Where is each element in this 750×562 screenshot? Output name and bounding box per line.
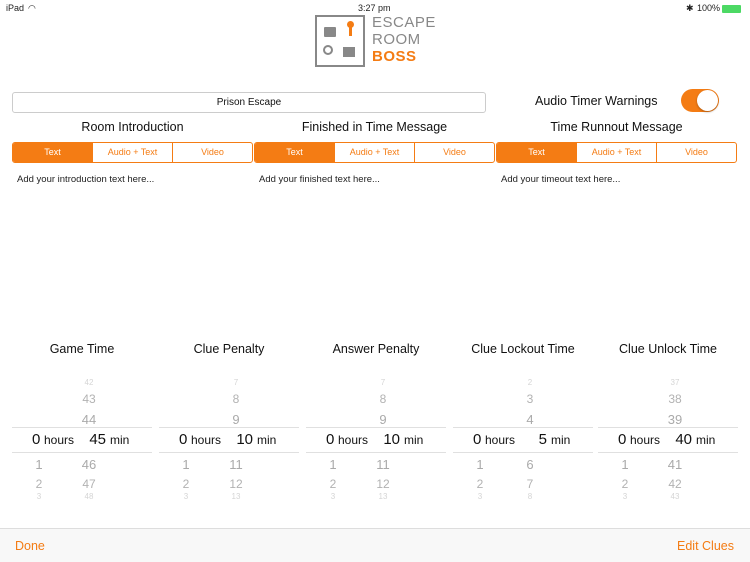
picker-minute-option[interactable]: 3 [515, 392, 545, 406]
picker-hour-option[interactable]: 1 [24, 457, 54, 472]
picker-minute-option[interactable]: 8 [515, 492, 545, 501]
message-textarea[interactable]: Add your finished text here... [259, 174, 489, 185]
segment-video[interactable]: Video [656, 143, 736, 162]
picker-hour-option[interactable]: 1 [171, 457, 201, 472]
picker-title: Clue Penalty [193, 342, 265, 356]
picker-hour-option[interactable]: 3 [610, 492, 640, 501]
picker-minute-option[interactable]: 47 [74, 477, 104, 491]
picker-minute-option[interactable]: 44 [74, 412, 104, 427]
picker-minute-option[interactable]: 9 [221, 412, 251, 427]
picker-hour-option[interactable]: 1 [610, 457, 640, 472]
bottom-toolbar: Done Edit Clues [0, 528, 750, 562]
segment-text[interactable]: Text [497, 143, 576, 162]
picker-minute-option[interactable]: 39 [660, 412, 690, 427]
time-picker[interactable]: 37 38 39 41 42 43 1 2 3 0 hours 40 min [598, 375, 738, 501]
picker-minute-option[interactable]: 13 [368, 492, 398, 501]
picker-minute-option[interactable]: 7 [221, 378, 251, 387]
picker-minute-option[interactable]: 12 [221, 477, 251, 491]
battery-percent: 100% [697, 3, 721, 13]
time-picker[interactable]: 7 8 9 11 12 13 1 2 3 0 hours 10 min [306, 375, 446, 501]
picker-minute-option[interactable]: 8 [221, 392, 251, 406]
picker-minute-option[interactable]: 9 [368, 412, 398, 427]
magnifier-icon [323, 45, 333, 55]
room-name-input[interactable]: Prison Escape [12, 92, 486, 113]
picker-title: Clue Lockout Time [471, 342, 575, 356]
picker-minute-option[interactable]: 7 [515, 477, 545, 491]
segment-audio-text[interactable]: Audio + Text [92, 143, 172, 162]
picker-hour-option[interactable]: 1 [465, 457, 495, 472]
picker-minute-option[interactable]: 11 [368, 457, 398, 472]
picker-hour-option[interactable]: 3 [318, 492, 348, 501]
puzzle-icon [343, 47, 355, 57]
picker-minute-option[interactable]: 8 [368, 392, 398, 406]
battery-icon [722, 5, 741, 13]
bluetooth-icon: ✱ [686, 3, 694, 13]
media-type-segmented-control: Text Audio + Text Video [496, 142, 737, 163]
media-type-segmented-control: Text Audio + Text Video [254, 142, 495, 163]
logo-text: ROOM [372, 31, 421, 48]
clock: 3:27 pm [358, 3, 391, 13]
segment-text[interactable]: Text [255, 143, 334, 162]
picker-minute-option[interactable]: 43 [74, 392, 104, 406]
picker-minute-option[interactable]: 42 [74, 378, 104, 387]
picker-hour-option[interactable]: 2 [610, 477, 640, 491]
section-title: Room Introduction [81, 120, 184, 134]
lock-icon [324, 27, 336, 37]
picker-minute-option[interactable]: 12 [368, 477, 398, 491]
time-picker[interactable]: 7 8 9 11 12 13 1 2 3 0 hours 10 min [159, 375, 299, 501]
media-type-segmented-control: Text Audio + Text Video [12, 142, 253, 163]
picker-title: Game Time [49, 342, 115, 356]
picker-minute-option[interactable]: 41 [660, 457, 690, 472]
logo-text: ESCAPE [372, 14, 436, 31]
edit-clues-button[interactable]: Edit Clues [677, 539, 734, 553]
picker-hour-option[interactable]: 3 [24, 492, 54, 501]
done-button[interactable]: Done [15, 539, 45, 553]
picker-hour-option[interactable]: 3 [171, 492, 201, 501]
picker-title: Answer Penalty [332, 342, 420, 356]
logo-text: BOSS [372, 48, 417, 65]
picker-hour-option[interactable]: 2 [318, 477, 348, 491]
picker-minute-option[interactable]: 48 [74, 492, 104, 501]
picker-minute-option[interactable]: 38 [660, 392, 690, 406]
picker-title: Clue Unlock Time [619, 342, 717, 356]
picker-minute-option[interactable]: 43 [660, 492, 690, 501]
picker-minute-option[interactable]: 46 [74, 457, 104, 472]
picker-minute-option[interactable]: 11 [221, 457, 251, 472]
time-picker[interactable]: 2 3 4 6 7 8 1 2 3 0 hours 5 min [453, 375, 593, 501]
segment-audio-text[interactable]: Audio + Text [576, 143, 656, 162]
picker-minute-option[interactable]: 13 [221, 492, 251, 501]
picker-minute-option[interactable]: 37 [660, 378, 690, 387]
time-picker[interactable]: 42 43 44 46 47 48 1 2 3 0 hours 45 min [12, 375, 152, 501]
picker-hour-option[interactable]: 2 [171, 477, 201, 491]
section-title: Finished in Time Message [301, 120, 448, 134]
audio-warnings-toggle[interactable] [681, 89, 719, 112]
picker-minute-option[interactable]: 6 [515, 457, 545, 472]
segment-audio-text[interactable]: Audio + Text [334, 143, 414, 162]
picker-minute-option[interactable]: 42 [660, 477, 690, 491]
message-textarea[interactable]: Add your timeout text here... [501, 174, 731, 185]
message-textarea[interactable]: Add your introduction text here... [17, 174, 247, 185]
picker-hour-option[interactable]: 2 [465, 477, 495, 491]
section-title: Time Runnout Message [550, 120, 683, 134]
picker-hour-option[interactable]: 2 [24, 477, 54, 491]
device-label: iPad [6, 3, 25, 13]
logo: ESCAPE ROOM BOSS [315, 15, 440, 67]
picker-minute-option[interactable]: 7 [368, 378, 398, 387]
picker-minute-option[interactable]: 4 [515, 412, 545, 427]
segment-video[interactable]: Video [414, 143, 494, 162]
segment-text[interactable]: Text [13, 143, 92, 162]
picker-hour-option[interactable]: 1 [318, 457, 348, 472]
picker-minute-option[interactable]: 2 [515, 378, 545, 387]
audio-warnings-label: Audio Timer Warnings [535, 94, 658, 108]
wifi-icon: ◠ [28, 3, 36, 13]
segment-video[interactable]: Video [172, 143, 252, 162]
picker-hour-option[interactable]: 3 [465, 492, 495, 501]
